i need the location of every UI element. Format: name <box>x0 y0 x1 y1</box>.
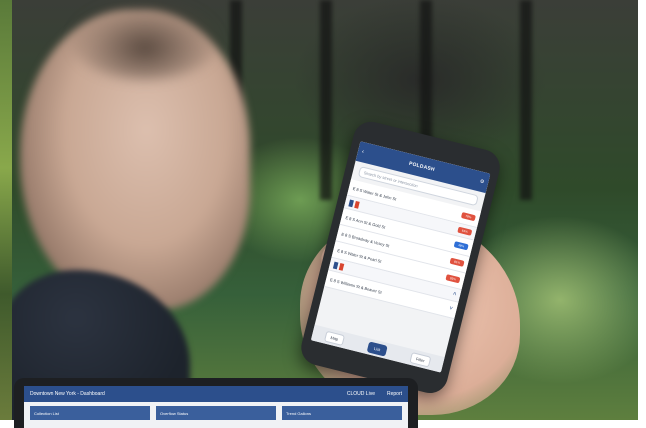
card-collection-list[interactable]: Collection List <box>30 406 150 420</box>
map-tab[interactable]: Map <box>323 330 346 346</box>
chevron-down-icon[interactable]: ˅ <box>448 306 453 313</box>
dashboard-screen: Downtown New York - Dashboard CLOUD Live… <box>24 386 408 428</box>
person-hair <box>70 0 220 80</box>
laptop: Downtown New York - Dashboard CLOUD Live… <box>14 378 418 428</box>
flag-icons <box>348 199 360 209</box>
fence-post <box>520 0 532 200</box>
back-icon[interactable]: ‹ <box>361 149 364 155</box>
bottom-toolbar: Map List Filter <box>310 324 445 373</box>
dashboard-cards: Collection List Overflow Status Trend Ga… <box>24 402 408 424</box>
chevron-up-icon[interactable]: ˄ <box>452 291 457 298</box>
flag-icons <box>332 261 345 271</box>
filter-tab[interactable]: Filter <box>409 351 432 368</box>
list-tab[interactable]: List <box>367 340 388 357</box>
card-trend-gallons[interactable]: Trend Gallons <box>282 406 402 420</box>
dashboard-header: Downtown New York - Dashboard CLOUD Live… <box>24 386 408 402</box>
card-overflow-status[interactable]: Overflow Status <box>156 406 276 420</box>
left-edge-foliage <box>0 0 12 420</box>
app-title: POLDASH <box>408 160 436 174</box>
user-menu[interactable]: CLOUD Live <box>347 391 375 397</box>
dashboard-title: Downtown New York - Dashboard <box>30 391 105 397</box>
fence-post <box>320 0 332 200</box>
status-badge: 93% <box>445 274 461 284</box>
status-badge: 81% <box>449 257 465 267</box>
status-badge: 64% <box>457 226 473 236</box>
settings-icon[interactable]: ⚙ <box>479 178 485 185</box>
status-badge: 48% <box>453 241 469 251</box>
status-badge: 78% <box>460 212 476 222</box>
report-link[interactable]: Report <box>387 391 402 397</box>
background-photo: ‹ POLDASH ⚙ Search by street or intersec… <box>0 0 638 420</box>
